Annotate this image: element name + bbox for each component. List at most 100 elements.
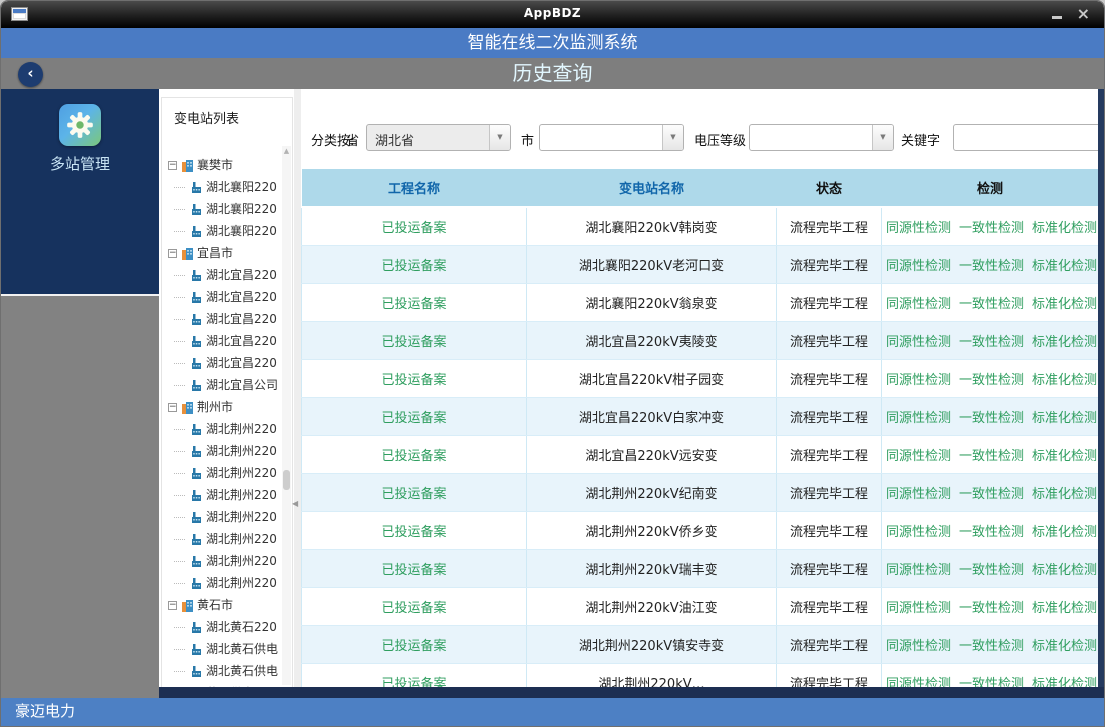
back-button[interactable]: ‹ — [18, 62, 43, 87]
detect-link[interactable]: 标准化检测 — [1032, 449, 1097, 464]
tree-substation-item[interactable]: 湖北荆州220 — [162, 484, 292, 506]
tree-substation-item[interactable]: 湖北宜昌220 — [162, 352, 292, 374]
detect-link[interactable]: 同源性检测 — [886, 677, 951, 688]
detect-link[interactable]: 同源性检测 — [886, 525, 951, 540]
substation-icon — [190, 313, 203, 326]
tree-substation-item[interactable]: 湖北宜昌公司 — [162, 374, 292, 396]
detect-link[interactable]: 一致性检测 — [959, 297, 1024, 312]
substation-icon — [190, 181, 203, 194]
detect-link[interactable]: 同源性检测 — [886, 487, 951, 502]
detect-link[interactable]: 一致性检测 — [959, 563, 1024, 578]
detect-link[interactable]: 一致性检测 — [959, 373, 1024, 388]
detect-link[interactable]: 标准化检测 — [1032, 639, 1097, 654]
minimize-button[interactable] — [1052, 16, 1062, 19]
detect-link[interactable]: 标准化检测 — [1032, 563, 1097, 578]
detect-link[interactable]: 一致性检测 — [959, 601, 1024, 616]
detect-link[interactable]: 一致性检测 — [959, 221, 1024, 236]
detect-link[interactable]: 一致性检测 — [959, 259, 1024, 274]
detect-link[interactable]: 一致性检测 — [959, 449, 1024, 464]
city-building-icon — [181, 159, 194, 172]
detect-link[interactable]: 同源性检测 — [886, 335, 951, 350]
tree-substation-item[interactable]: 湖北襄阳220 — [162, 198, 292, 220]
detect-cell: 同源性检测 一致性检测 标准化检测 — [881, 283, 1098, 322]
tree-substation-item[interactable]: 湖北黄石供电 — [162, 638, 292, 660]
tree-substation-item[interactable]: 湖北荆州220 — [162, 528, 292, 550]
detect-link[interactable]: 同源性检测 — [886, 449, 951, 464]
table-header-row: 工程名称 变电站名称 状态 检测 — [301, 169, 1098, 208]
detect-link[interactable]: 一致性检测 — [959, 677, 1024, 688]
substation-name-cell: 湖北宜昌220kV柑子园变 — [526, 359, 777, 398]
detect-link[interactable]: 标准化检测 — [1032, 677, 1097, 688]
scrollbar-up-icon[interactable]: ▲ — [282, 146, 291, 156]
detect-cell: 同源性检测 一致性检测 标准化检测 — [881, 511, 1098, 550]
tree-substation-item[interactable]: 湖北荆州220 — [162, 462, 292, 484]
tree-substation-item[interactable]: 湖北黄石220 — [162, 616, 292, 638]
detect-link[interactable]: 一致性检测 — [959, 639, 1024, 654]
tree-substation-item[interactable]: 湖北黄石供电 — [162, 660, 292, 682]
detect-link[interactable]: 同源性检测 — [886, 601, 951, 616]
chevron-down-icon[interactable]: ▼ — [489, 125, 510, 150]
detect-link[interactable]: 标准化检测 — [1032, 411, 1097, 426]
tree-city-node[interactable]: − 襄樊市 — [162, 154, 292, 176]
chevron-down-icon[interactable]: ▼ — [872, 125, 893, 150]
province-select[interactable]: 湖北省 ▼ — [366, 124, 511, 151]
tree-city-node[interactable]: − 黄石市 — [162, 594, 292, 616]
detect-link[interactable]: 标准化检测 — [1032, 601, 1097, 616]
detect-link[interactable]: 同源性检测 — [886, 297, 951, 312]
detect-link[interactable]: 同源性检测 — [886, 259, 951, 274]
tree-substation-item[interactable]: 湖北荆州220 — [162, 506, 292, 528]
tree-substation-item[interactable]: 湖北宜昌220 — [162, 264, 292, 286]
voltage-select[interactable]: ▼ — [749, 124, 894, 151]
detect-link[interactable]: 同源性检测 — [886, 411, 951, 426]
substation-name-cell: 湖北荆州220kV侨乡变 — [526, 511, 777, 550]
detect-link[interactable]: 一致性检测 — [959, 411, 1024, 426]
tree-city-node[interactable]: − 宜昌市 — [162, 242, 292, 264]
tree-substation-item[interactable]: 湖北荆州220 — [162, 418, 292, 440]
detect-link[interactable]: 一致性检测 — [959, 487, 1024, 502]
close-button[interactable]: × — [1077, 4, 1090, 23]
city-select[interactable]: ▼ — [539, 124, 684, 151]
detect-link[interactable]: 同源性检测 — [886, 373, 951, 388]
tree-substation-item[interactable]: 湖北荆州220 — [162, 440, 292, 462]
tree-substation-item[interactable]: 湖北宜昌220 — [162, 286, 292, 308]
chevron-down-icon[interactable]: ▼ — [662, 125, 683, 150]
detect-link[interactable]: 标准化检测 — [1032, 335, 1097, 350]
column-header-detect: 检测 — [881, 169, 1098, 208]
tree-city-node[interactable]: − 荆州市 — [162, 396, 292, 418]
collapse-minus-icon[interactable]: − — [168, 248, 177, 258]
detect-link[interactable]: 标准化检测 — [1032, 373, 1097, 388]
project-status-cell: 已投运备案 — [301, 587, 527, 626]
project-status-cell: 已投运备案 — [301, 245, 527, 284]
keyword-input[interactable] — [953, 124, 1098, 151]
window-title: AppBDZ — [523, 6, 582, 20]
panel-splitter[interactable] — [294, 89, 301, 687]
column-header-status: 状态 — [776, 169, 882, 208]
collapse-minus-icon[interactable]: − — [168, 600, 177, 610]
tree-scrollbar[interactable]: ▲ — [282, 146, 291, 685]
scrollbar-thumb[interactable] — [283, 470, 290, 490]
detect-cell: 同源性检测 一致性检测 标准化检测 — [881, 397, 1098, 436]
gear-icon — [67, 112, 93, 138]
detect-link[interactable]: 一致性检测 — [959, 525, 1024, 540]
detect-link[interactable]: 标准化检测 — [1032, 487, 1097, 502]
splitter-collapse-icon[interactable]: ◀ — [292, 499, 298, 508]
tree-substation-item[interactable]: 湖北宜昌220 — [162, 308, 292, 330]
detect-link[interactable]: 一致性检测 — [959, 335, 1024, 350]
substation-name-cell: 湖北荆州220kV油江变 — [526, 587, 777, 626]
detect-link[interactable]: 标准化检测 — [1032, 221, 1097, 236]
detect-link[interactable]: 标准化检测 — [1032, 525, 1097, 540]
sidebar-item-multistation[interactable]: 多站管理 — [1, 89, 159, 199]
tree-substation-item[interactable]: 湖北荆州220 — [162, 572, 292, 594]
substation-icon — [190, 511, 203, 524]
detect-link[interactable]: 同源性检测 — [886, 221, 951, 236]
tree-substation-item[interactable]: 湖北襄阳220 — [162, 220, 292, 242]
detect-link[interactable]: 同源性检测 — [886, 563, 951, 578]
detect-link[interactable]: 同源性检测 — [886, 639, 951, 654]
collapse-minus-icon[interactable]: − — [168, 402, 177, 412]
tree-substation-item[interactable]: 湖北襄阳220 — [162, 176, 292, 198]
detect-link[interactable]: 标准化检测 — [1032, 259, 1097, 274]
tree-substation-item[interactable]: 湖北宜昌220 — [162, 330, 292, 352]
detect-link[interactable]: 标准化检测 — [1032, 297, 1097, 312]
collapse-minus-icon[interactable]: − — [168, 160, 177, 170]
tree-substation-item[interactable]: 湖北荆州220 — [162, 550, 292, 572]
